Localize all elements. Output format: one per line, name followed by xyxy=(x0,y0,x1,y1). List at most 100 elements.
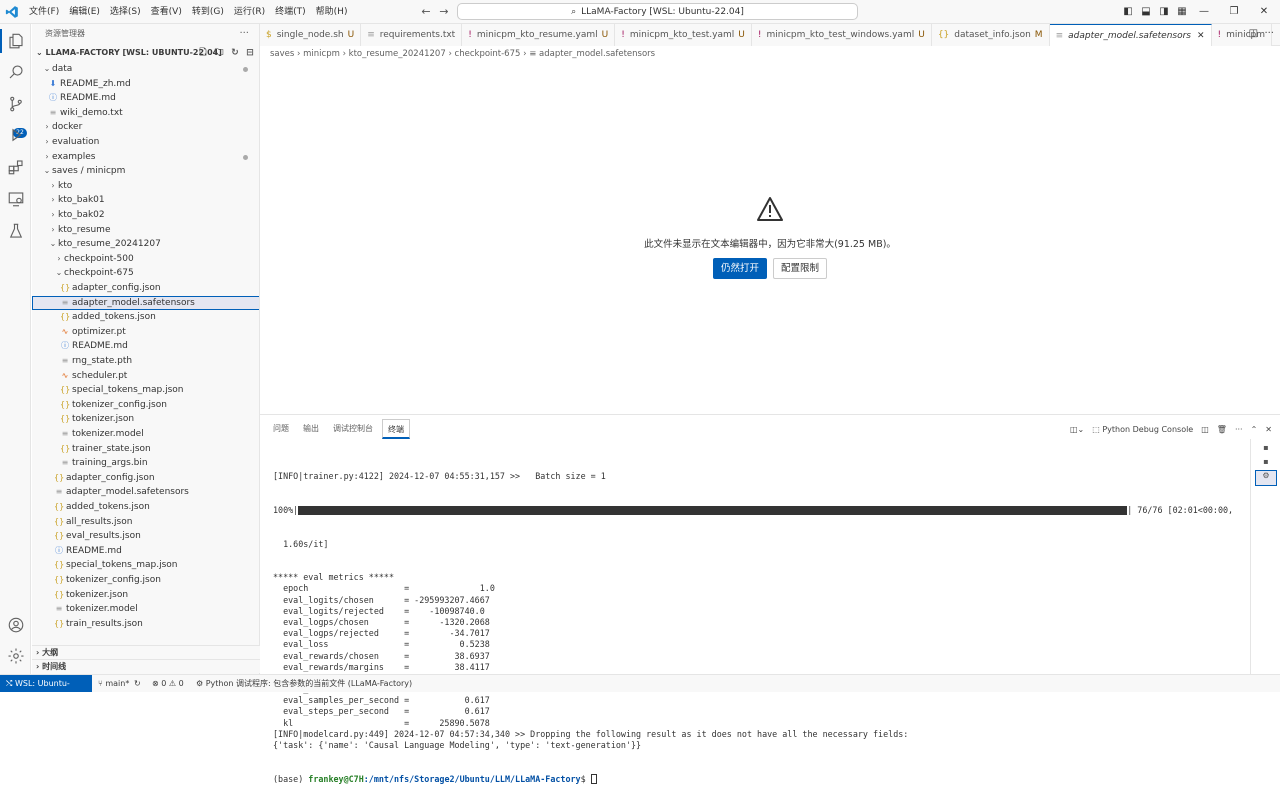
terminal-instance[interactable]: ⬚ Python Debug Console xyxy=(1092,425,1193,434)
tree-file[interactable]: {} tokenizer_config.json xyxy=(32,398,259,413)
more-icon[interactable]: ··· xyxy=(1264,28,1274,39)
problems-indicator[interactable]: ⊗ 0 ⚠ 0 xyxy=(152,675,184,692)
forward-arrow-icon[interactable]: → xyxy=(436,4,452,20)
debug-config[interactable]: ⚙ Python 调试程序: 包含参数的当前文件 (LLaMA-Factory) xyxy=(196,675,412,692)
tree-folder[interactable]: › kto_bak01 xyxy=(32,193,259,208)
tree-file[interactable]: {} adapter_config.json xyxy=(32,281,259,296)
panel-tab[interactable]: 终端 xyxy=(382,419,410,439)
restore-window-icon[interactable]: ❐ xyxy=(1218,0,1250,24)
collapse-all-icon[interactable]: ⊟ xyxy=(244,44,256,62)
menu-item[interactable]: 帮助(H) xyxy=(311,0,353,24)
remote-explorer-icon[interactable] xyxy=(4,187,28,211)
tree-folder[interactable]: ⌄ data xyxy=(32,62,259,77)
tree-folder[interactable]: › kto_resume xyxy=(32,223,259,238)
more-icon[interactable]: ··· xyxy=(1235,425,1243,434)
tree-file[interactable]: {} trainer_state.json xyxy=(32,442,259,457)
tree-folder[interactable]: ⌄ kto_resume_20241207 xyxy=(32,237,259,252)
editor-tab[interactable]: $ single_node.sh U xyxy=(260,24,362,46)
workspace-header[interactable]: ⌄ LLAMA-FACTORY [WSL: UBUNTU-22.04] 🗋 🗀 … xyxy=(32,44,259,62)
more-actions-icon[interactable]: ··· xyxy=(239,24,249,44)
menu-item[interactable]: 文件(F) xyxy=(24,0,64,24)
tree-file[interactable]: {} tokenizer.json xyxy=(32,588,259,603)
tree-folder[interactable]: › docker xyxy=(32,120,259,135)
editor-tab[interactable]: ! minicpm_kto_resume.yaml U xyxy=(462,24,616,46)
search-icon[interactable] xyxy=(4,60,28,84)
remote-indicator[interactable]: ⤭ WSL: Ubuntu-22.04 xyxy=(0,675,92,705)
panel-tab[interactable]: 调试控制台 xyxy=(328,419,378,439)
tree-file[interactable]: ≡ tokenizer.model xyxy=(32,427,259,442)
extensions-icon[interactable] xyxy=(4,155,28,179)
editor-tab[interactable]: ≡ requirements.txt xyxy=(361,24,463,46)
command-center[interactable]: ⌕ LLaMA-Factory [WSL: Ubuntu-22.04] xyxy=(457,3,858,20)
toggle-secondary-sidebar-icon[interactable]: ◨ xyxy=(1157,5,1171,19)
menu-item[interactable]: 运行(R) xyxy=(229,0,270,24)
tree-file[interactable]: ≡ adapter_model.safetensors xyxy=(32,485,259,500)
editor-tab[interactable]: {} dataset_info.json M xyxy=(931,24,1050,46)
timeline-section[interactable]: › 时间线 xyxy=(32,659,260,673)
new-folder-icon[interactable]: 🗀 xyxy=(213,44,225,62)
breadcrumb[interactable]: saves › minicpm › kto_resume_20241207 › … xyxy=(270,47,655,61)
split-editor-icon[interactable]: ◫ xyxy=(1249,28,1258,39)
tree-file[interactable]: {} tokenizer_config.json xyxy=(32,573,259,588)
tree-file[interactable]: ⬇ README_zh.md xyxy=(32,77,259,92)
tree-file[interactable]: {} tokenizer.json xyxy=(32,412,259,427)
account-icon[interactable] xyxy=(4,613,28,637)
close-window-icon[interactable]: ✕ xyxy=(1248,0,1280,24)
tree-file[interactable]: ≡ training_args.bin xyxy=(32,456,259,471)
tree-file[interactable]: {} special_tokens_map.json xyxy=(32,383,259,398)
tree-file[interactable]: ≡ rng_state.pth xyxy=(32,354,259,369)
tree-file[interactable]: ⓘ README.md xyxy=(32,91,259,106)
kill-terminal-icon[interactable]: 🗑 xyxy=(1217,425,1227,434)
debug-terminal-icon[interactable]: ⚙ xyxy=(1255,470,1277,486)
refresh-icon[interactable]: ↻ xyxy=(229,44,241,62)
tree-file[interactable]: {} added_tokens.json xyxy=(32,500,259,515)
tree-file[interactable]: {} train_results.json xyxy=(32,617,259,632)
testing-icon[interactable] xyxy=(4,219,28,243)
editor-tab[interactable]: ! minicpm_kto_test_windows.yaml U xyxy=(751,24,932,46)
git-branch[interactable]: ⑂ main* xyxy=(98,675,129,692)
tree-file[interactable]: ≡ tokenizer.model xyxy=(32,602,259,617)
tree-folder[interactable]: ⌄ checkpoint-675 xyxy=(32,266,259,281)
customize-layout-icon[interactable]: ▦ xyxy=(1175,5,1189,19)
tree-file[interactable]: {} special_tokens_map.json xyxy=(32,558,259,573)
tree-folder[interactable]: › examples xyxy=(32,150,259,165)
toggle-panel-icon[interactable]: ⬓ xyxy=(1139,5,1153,19)
tree-file[interactable]: ⓘ README.md xyxy=(32,339,259,354)
tree-file[interactable]: ∿ optimizer.pt xyxy=(32,325,259,340)
menu-item[interactable]: 编辑(E) xyxy=(64,0,105,24)
tree-file[interactable]: {} added_tokens.json xyxy=(32,310,259,325)
editor-tab[interactable]: ≡ adapter_model.safetensors ✕ xyxy=(1049,24,1212,46)
close-panel-icon[interactable]: ✕ xyxy=(1265,425,1272,434)
tree-file[interactable]: ≡ wiki_demo.txt xyxy=(32,106,259,121)
panel-tab[interactable]: 问题 xyxy=(268,419,294,439)
tree-folder[interactable]: › kto_bak02 xyxy=(32,208,259,223)
menu-item[interactable]: 转到(G) xyxy=(187,0,229,24)
panel-tab[interactable]: 输出 xyxy=(298,419,324,439)
tree-folder[interactable]: › checkpoint-500 xyxy=(32,252,259,267)
terminal-output[interactable]: [INFO|trainer.py:4122] 2024-12-07 04:55:… xyxy=(273,449,1233,807)
minimize-window-icon[interactable]: — xyxy=(1188,0,1220,24)
source-control-icon[interactable] xyxy=(4,92,28,116)
tree-folder[interactable]: › kto xyxy=(32,179,259,194)
tree-file[interactable]: ⓘ README.md xyxy=(32,544,259,559)
tree-file[interactable]: ≡ adapter_model.safetensors xyxy=(32,295,259,311)
tree-folder[interactable]: › evaluation xyxy=(32,135,259,150)
terminal-tab-icon[interactable]: ▪ xyxy=(1256,457,1276,471)
tree-file[interactable]: ∿ scheduler.pt xyxy=(32,369,259,384)
maximize-panel-icon[interactable]: ⌃ xyxy=(1251,425,1258,434)
menu-item[interactable]: 查看(V) xyxy=(146,0,187,24)
run-debug-icon[interactable] xyxy=(4,123,28,147)
outline-section[interactable]: › 大纲 xyxy=(32,645,260,659)
settings-gear-icon[interactable] xyxy=(4,644,28,668)
split-terminal-icon[interactable]: ◫ xyxy=(1201,425,1209,434)
terminal-layout-icon[interactable]: ◫⌄ xyxy=(1070,425,1084,434)
editor-tab[interactable]: ! minicpm_kto_test.yaml U xyxy=(615,24,752,46)
tree-file[interactable]: {} eval_results.json xyxy=(32,529,259,544)
close-tab-icon[interactable]: ✕ xyxy=(1197,31,1205,41)
tree-file[interactable]: {} adapter_config.json xyxy=(32,471,259,486)
toggle-sidebar-icon[interactable]: ◧ xyxy=(1121,5,1135,19)
new-file-icon[interactable]: 🗋 xyxy=(197,44,209,62)
explorer-icon[interactable] xyxy=(4,29,28,53)
terminal-tab-icon[interactable]: ▪ xyxy=(1256,443,1276,457)
tree-folder[interactable]: ⌄ saves / minicpm xyxy=(32,164,259,179)
